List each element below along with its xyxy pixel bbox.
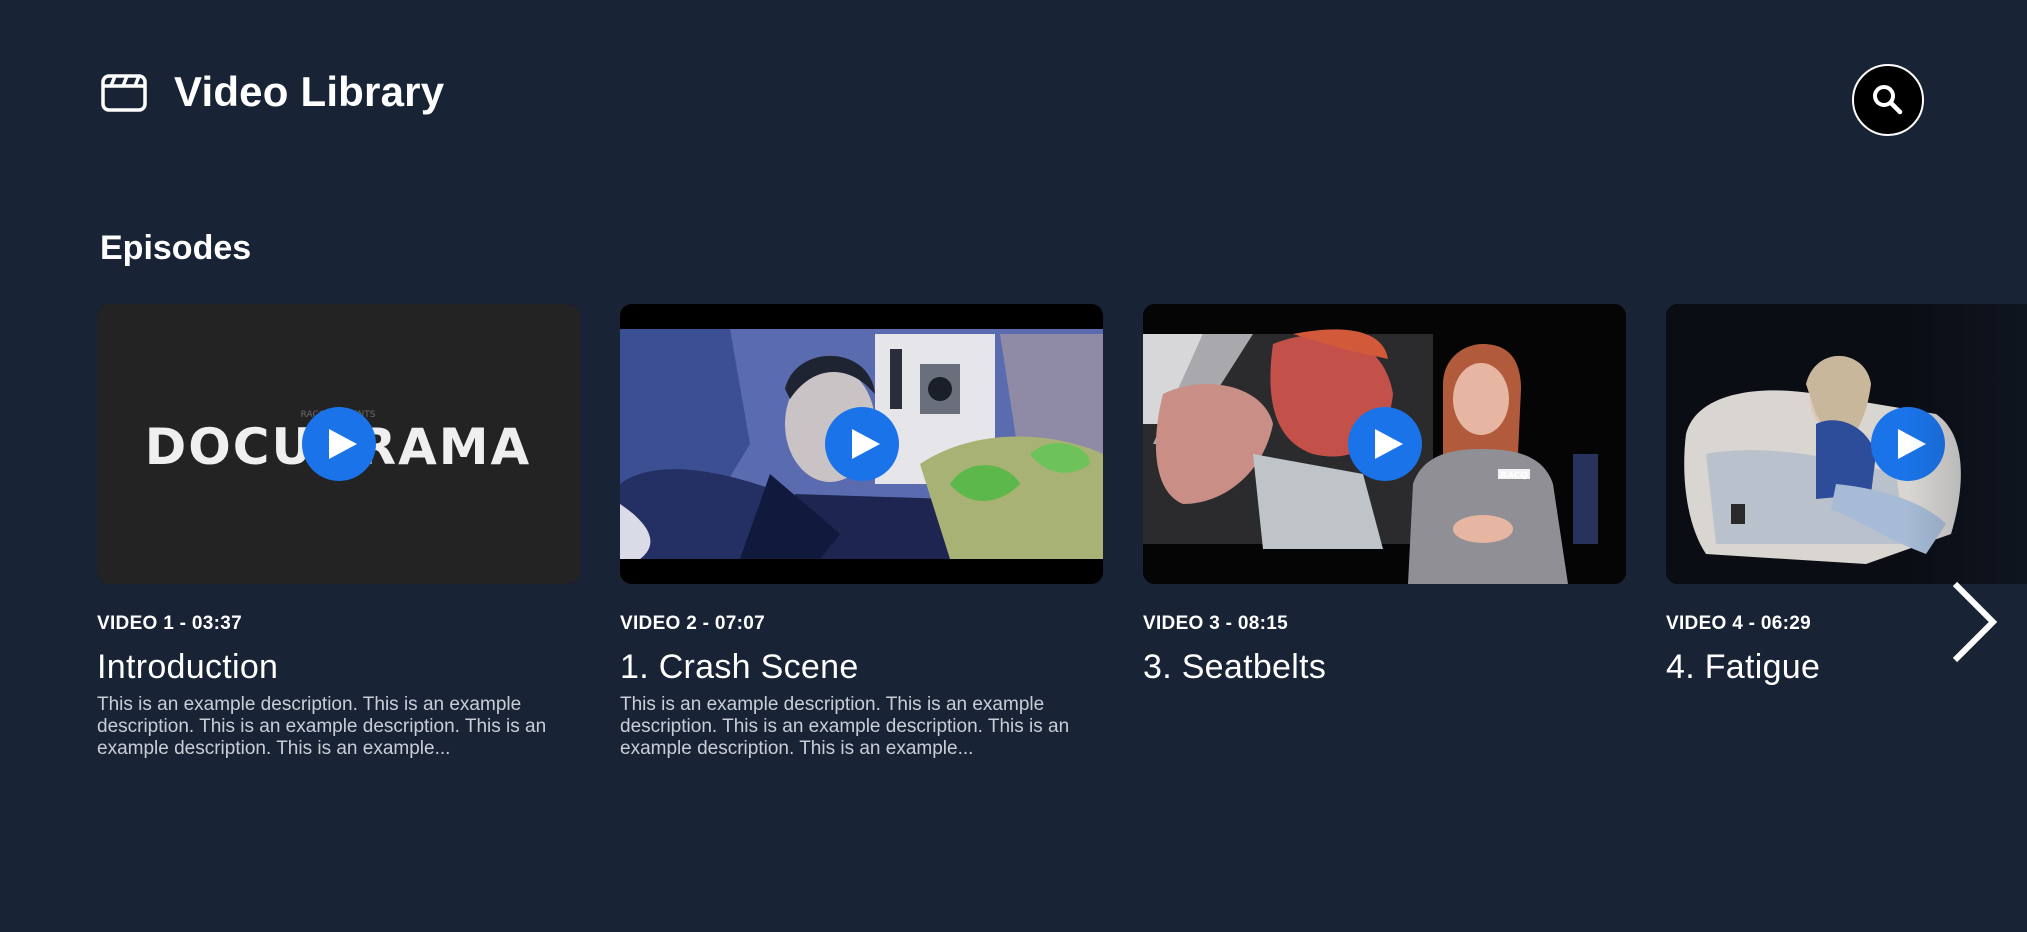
episodes-track: RACO PRESENTS DOCUDRAMA VIDEO 1 - 03:37 … bbox=[97, 304, 2027, 784]
episode-description: This is an example description. This is … bbox=[97, 694, 547, 759]
video-library-app: Video Library Episodes RACO PRESENTS DOC… bbox=[0, 0, 2027, 932]
episode-title: 3. Seatbelts bbox=[1143, 648, 1327, 686]
chevron-right-icon bbox=[1952, 581, 1998, 663]
episode-thumbnail-3[interactable]: RACQ bbox=[1143, 304, 1626, 584]
episode-thumbnail-4[interactable] bbox=[1666, 304, 2027, 584]
episode-thumbnail-1[interactable]: RACO PRESENTS DOCUDRAMA bbox=[97, 304, 580, 584]
episode-title: Introduction bbox=[97, 648, 279, 686]
play-button[interactable] bbox=[1347, 407, 1422, 481]
episode-meta: VIDEO 1 - 03:37 bbox=[97, 613, 242, 634]
episode-card-3[interactable]: RACQ VIDEO 3 - 08:15 3. Seatbelts bbox=[1143, 304, 1626, 694]
play-button[interactable] bbox=[1870, 407, 1945, 481]
play-button[interactable] bbox=[824, 407, 899, 481]
episode-meta: VIDEO 2 - 07:07 bbox=[620, 613, 765, 634]
play-icon bbox=[1897, 429, 1926, 459]
play-icon bbox=[851, 429, 880, 459]
clapperboard-icon bbox=[101, 74, 147, 112]
play-icon bbox=[328, 429, 357, 459]
search-button[interactable] bbox=[1852, 64, 1924, 136]
section-title-episodes: Episodes bbox=[100, 229, 252, 267]
search-icon bbox=[1873, 85, 1903, 115]
carousel-next-button[interactable] bbox=[1944, 580, 2004, 664]
episode-title: 1. Crash Scene bbox=[620, 648, 859, 686]
episode-card-2[interactable]: VIDEO 2 - 07:07 1. Crash Scene This is a… bbox=[620, 304, 1103, 760]
play-icon bbox=[1374, 429, 1403, 459]
episode-description: This is an example description. This is … bbox=[620, 694, 1070, 759]
header: Video Library bbox=[100, 68, 444, 116]
episode-card-1[interactable]: RACO PRESENTS DOCUDRAMA VIDEO 1 - 03:37 … bbox=[97, 304, 580, 760]
play-button[interactable] bbox=[301, 407, 376, 481]
episodes-carousel: RACO PRESENTS DOCUDRAMA VIDEO 1 - 03:37 … bbox=[97, 304, 2027, 784]
page-title: Video Library bbox=[174, 68, 445, 115]
episode-meta: VIDEO 3 - 08:15 bbox=[1143, 613, 1288, 634]
thumbnail-fatigue-image bbox=[1666, 304, 2027, 584]
episode-thumbnail-2[interactable] bbox=[620, 304, 1103, 584]
thumbnail-racq-text: RACQ bbox=[1500, 471, 1528, 481]
